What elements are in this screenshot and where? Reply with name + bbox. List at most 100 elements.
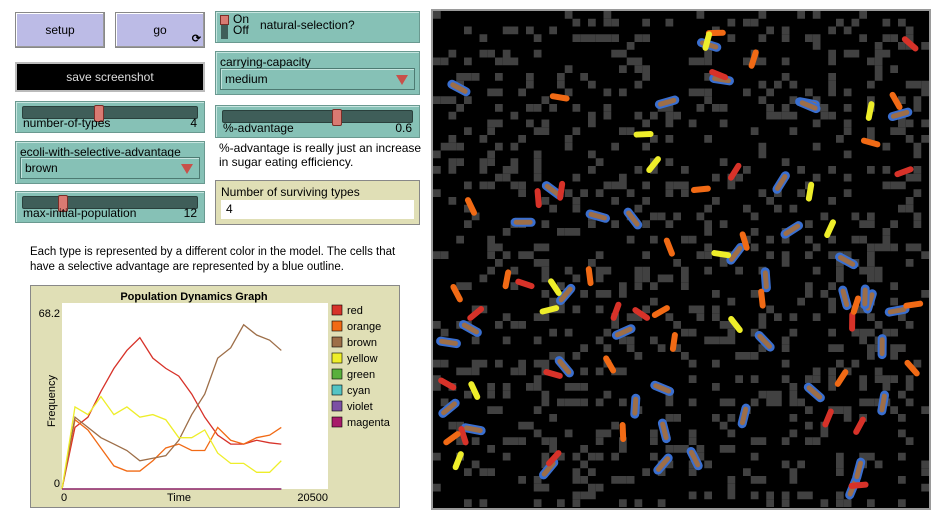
sugar-patch [518,321,526,329]
sugar-patch [464,220,472,228]
sugar-patch [665,313,674,321]
sugar-patch [781,359,790,368]
natural-selection-switch[interactable]: On Off natural-selection? [215,11,420,43]
setup-button[interactable]: setup [15,12,105,48]
sugar-patch [712,305,720,314]
sugar-patch [812,266,821,275]
sugar-patch [533,158,542,166]
ecoli-cell [554,356,574,378]
ecoli-cell [458,320,482,337]
sugar-patch [487,235,495,244]
sugar-patch [464,57,472,66]
sugar-patch [704,491,712,500]
sugar-patch [533,166,542,174]
ecoli-cell [438,377,457,391]
ecoli-cell [619,422,627,443]
sugar-patch [882,49,891,58]
legend-swatch-green [331,368,343,380]
sugar-patch [533,483,542,492]
sugar-patch [603,104,612,112]
chooser-dropdown[interactable]: medium [220,68,415,90]
sugar-patch [859,398,867,407]
sugar-patch [882,166,891,174]
slider-handle[interactable] [332,109,343,126]
sugar-patch [704,57,712,66]
sugar-patch [495,359,503,368]
ecoli-cell [534,188,542,209]
sugar-patch [564,11,573,19]
ecoli-cell [633,130,654,138]
sugar-patch [750,212,759,221]
sugar-patch [681,328,689,337]
sugar-patch [843,173,852,182]
ecoli-cell [852,457,866,483]
sugar-patch [882,243,891,252]
sugar-patch [719,321,728,329]
ecoli-cell [853,416,866,435]
sugar-patch [874,367,883,376]
sugar-patch [758,321,767,329]
max-initial-population-slider[interactable]: max-initial-population 12 [15,191,205,223]
sugar-patch [541,96,550,104]
sugar-patch [572,197,581,205]
ecoli-cell [848,481,869,489]
sugar-patch [673,212,681,221]
sugar-patch [712,173,720,182]
sugar-patch [797,491,805,500]
number-of-types-slider[interactable]: number-of-types 4 [15,101,205,133]
chooser-dropdown[interactable]: brown [20,157,200,179]
sugar-patch [619,476,627,484]
sugar-patch [495,142,503,151]
sugar-patch [781,73,790,81]
sugar-patch [836,491,844,500]
sugar-patch [642,266,650,275]
sugar-patch [665,111,674,120]
ecoli-cell [623,207,643,230]
world-view[interactable] [431,9,931,510]
sugar-patch [611,476,619,484]
sugar-patch [433,321,441,329]
save-screenshot-button[interactable]: save screenshot [15,62,205,92]
sugar-patch [595,336,604,345]
sugar-patch [874,65,883,73]
sugar-patch [541,119,550,128]
sugar-patch [526,26,534,35]
legend-label-cyan: cyan [347,385,370,397]
sugar-patch [766,111,774,120]
sugar-patch [464,282,472,290]
ecoli-with-selective-advantage-chooser[interactable]: ecoli-with-selective-advantage brown [15,141,205,184]
ecoli-cell [468,381,481,400]
sugar-patch [719,220,728,228]
sugar-patch [766,491,774,500]
sugar-patch [913,80,922,89]
sugar-patch [789,383,798,391]
sugar-patch [758,96,767,104]
sugar-patch [681,266,689,275]
sugar-patch [859,34,867,42]
sugar-patch [805,251,813,259]
sugar-patch [619,445,627,453]
carrying-capacity-chooser[interactable]: carrying-capacity medium [215,51,420,95]
sugar-patch [750,476,759,484]
sugar-patch [681,166,689,174]
legend-swatch-violet [331,400,343,412]
go-button[interactable]: go ⟳ [115,12,205,48]
sugar-patch [750,398,759,407]
sugar-patch [890,282,898,290]
sugar-patch [479,49,488,58]
sugar-patch [533,127,542,135]
sugar-patch [541,359,550,368]
sugar-patch [890,34,898,42]
switch-toggle-icon[interactable] [220,15,229,39]
percent-advantage-slider[interactable]: %-advantage 0.6 [215,105,420,138]
sugar-patch [495,88,503,97]
sugar-patch [828,297,836,306]
ecoli-cell [541,181,564,200]
sugar-patch [580,445,588,453]
sugar-patch [805,88,813,97]
sugar-patch [479,158,488,166]
sugar-patch [433,150,441,159]
sugar-patch [572,127,581,135]
sugar-patch [572,34,581,42]
sugar-patch [828,49,836,58]
